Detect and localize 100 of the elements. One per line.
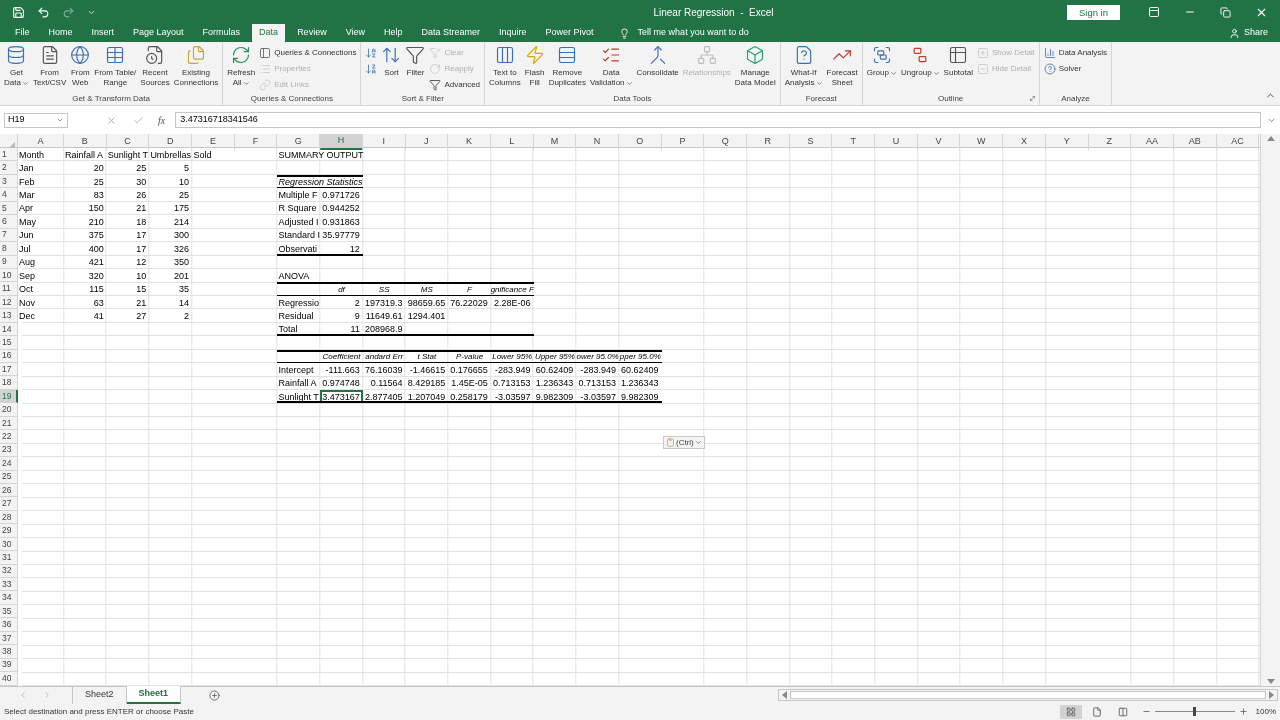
row-header[interactable]: 36 bbox=[0, 618, 18, 632]
ribbon-button[interactable]: From Text/CSV bbox=[30, 45, 69, 88]
ribbon-tab[interactable]: Help bbox=[377, 24, 410, 42]
enter-icon[interactable] bbox=[133, 114, 144, 126]
row-header[interactable]: 27 bbox=[0, 497, 18, 511]
ribbon-button[interactable]: Consolidate bbox=[634, 45, 681, 78]
ribbon-tab[interactable]: Home bbox=[41, 24, 80, 42]
row-header[interactable]: 11 bbox=[0, 282, 18, 296]
row-header[interactable]: 40 bbox=[0, 672, 18, 686]
ribbon-button[interactable]: What-If Analysis bbox=[782, 45, 825, 88]
column-header[interactable]: D bbox=[149, 134, 193, 150]
column-header[interactable]: K bbox=[448, 134, 491, 150]
share-button[interactable]: Share bbox=[1228, 24, 1268, 42]
ribbon-tab[interactable]: Inquire bbox=[492, 24, 534, 42]
ribbon-tab[interactable]: Insert bbox=[84, 24, 122, 42]
column-header[interactable]: J bbox=[405, 134, 449, 150]
tell-me-field[interactable]: Tell me what you want to do bbox=[637, 26, 749, 40]
dialog-launcher-icon[interactable] bbox=[1028, 95, 1036, 102]
ribbon-button[interactable]: Data Analysis bbox=[1043, 45, 1108, 60]
ribbon-button[interactable]: Subtotal bbox=[941, 45, 975, 78]
restore-icon[interactable] bbox=[1220, 6, 1231, 18]
row-header[interactable]: 4 bbox=[0, 188, 18, 202]
ribbon-button[interactable]: Existing Connections bbox=[171, 45, 221, 88]
ribbon-button[interactable]: Get Data bbox=[2, 45, 31, 88]
column-header[interactable]: A bbox=[18, 134, 64, 150]
ribbon-button[interactable]: From Web bbox=[68, 45, 93, 88]
zoom-slider-thumb[interactable] bbox=[1193, 707, 1197, 716]
ribbon-display-icon[interactable] bbox=[1148, 6, 1160, 18]
horizontal-scrollbar[interactable] bbox=[778, 689, 1278, 701]
ribbon-button[interactable]: Forecast Sheet bbox=[824, 45, 860, 88]
row-header[interactable]: 20 bbox=[0, 403, 18, 417]
ribbon-button[interactable]: Filter bbox=[403, 45, 428, 78]
sheet-tab[interactable]: Sheet1 bbox=[126, 686, 182, 704]
column-header[interactable]: S bbox=[789, 134, 833, 150]
row-header[interactable]: 34 bbox=[0, 591, 18, 605]
row-header[interactable]: 22 bbox=[0, 430, 18, 444]
sign-in-button[interactable]: Sign in bbox=[1066, 4, 1120, 20]
column-header[interactable]: F bbox=[234, 134, 278, 150]
column-header[interactable]: AB bbox=[1173, 134, 1217, 150]
row-header[interactable]: 6 bbox=[0, 215, 18, 229]
ribbon-button[interactable]: Data Validation bbox=[588, 45, 635, 88]
ribbon-tab[interactable]: Formulas bbox=[195, 24, 248, 42]
ribbon-tab[interactable]: Data Streamer bbox=[414, 24, 488, 42]
row-header[interactable]: 1 bbox=[0, 148, 18, 162]
column-header[interactable]: L bbox=[490, 134, 534, 150]
zoom-in-icon[interactable] bbox=[1238, 707, 1248, 716]
ribbon-button[interactable]: Text to Columns bbox=[487, 45, 523, 88]
column-header[interactable]: Q bbox=[704, 134, 747, 150]
insert-function-button[interactable]: fx bbox=[158, 112, 166, 128]
row-header[interactable]: 13 bbox=[0, 309, 18, 323]
ribbon-button[interactable]: From Table/ Range bbox=[92, 45, 139, 88]
cancel-icon[interactable] bbox=[106, 114, 117, 126]
column-header[interactable]: U bbox=[875, 134, 918, 150]
column-header[interactable]: W bbox=[960, 134, 1004, 150]
ribbon-button[interactable]: Flash Fill bbox=[522, 45, 547, 88]
column-header[interactable]: X bbox=[1003, 134, 1046, 150]
row-header[interactable]: 2 bbox=[0, 161, 18, 175]
column-header[interactable]: Y bbox=[1045, 134, 1089, 150]
ribbon-tab[interactable]: Review bbox=[290, 24, 334, 42]
ribbon-button[interactable]: Recent Sources bbox=[138, 45, 172, 88]
ribbon-button[interactable]: Sort bbox=[379, 45, 404, 78]
column-header[interactable]: N bbox=[576, 134, 619, 150]
ribbon-tab[interactable]: Power Pivot bbox=[538, 24, 601, 42]
column-header[interactable]: B bbox=[64, 134, 107, 150]
column-header[interactable]: I bbox=[362, 134, 406, 150]
row-header[interactable]: 18 bbox=[0, 376, 18, 390]
name-box[interactable]: H19 bbox=[4, 112, 68, 128]
column-header[interactable]: Z bbox=[1088, 134, 1132, 150]
row-header[interactable]: 15 bbox=[0, 336, 18, 350]
row-header[interactable]: 29 bbox=[0, 524, 18, 538]
paste-options-button[interactable]: (Ctrl) bbox=[663, 436, 705, 449]
ribbon-button[interactable]: Manage Data Model bbox=[732, 45, 778, 88]
column-header[interactable]: AA bbox=[1131, 134, 1174, 150]
formula-input[interactable]: 3.47316718341546 bbox=[175, 112, 1261, 128]
vertical-scrollbar[interactable] bbox=[1260, 134, 1280, 686]
sort-button[interactable] bbox=[365, 45, 378, 60]
column-header[interactable]: V bbox=[917, 134, 961, 150]
ribbon-button[interactable]: Refresh All bbox=[225, 45, 258, 88]
column-header[interactable]: H bbox=[320, 134, 363, 150]
ribbon-tab[interactable]: File bbox=[8, 24, 37, 42]
ribbon-button[interactable]: Ungroup bbox=[898, 45, 942, 78]
row-header[interactable]: 31 bbox=[0, 551, 18, 565]
ribbon-button[interactable]: Group bbox=[864, 45, 899, 78]
column-header[interactable]: AC bbox=[1216, 134, 1260, 150]
column-header[interactable]: R bbox=[747, 134, 790, 150]
ribbon-tab[interactable]: Page Layout bbox=[126, 24, 191, 42]
column-header[interactable]: T bbox=[832, 134, 876, 150]
row-header[interactable]: 33 bbox=[0, 578, 18, 592]
row-header[interactable]: 8 bbox=[0, 242, 18, 256]
add-sheet-icon[interactable] bbox=[209, 689, 221, 701]
column-header[interactable]: M bbox=[533, 134, 577, 150]
zoom-level[interactable]: 100% bbox=[1255, 705, 1276, 718]
row-header[interactable]: 38 bbox=[0, 645, 18, 659]
column-header[interactable]: O bbox=[618, 134, 662, 150]
ribbon-button[interactable]: Queries & Connections bbox=[259, 45, 357, 60]
column-header[interactable]: C bbox=[106, 134, 150, 150]
column-header[interactable]: P bbox=[661, 134, 705, 150]
undo-button[interactable] bbox=[37, 5, 50, 19]
view-button[interactable] bbox=[1059, 704, 1082, 719]
ribbon-tab[interactable]: View bbox=[338, 24, 372, 42]
